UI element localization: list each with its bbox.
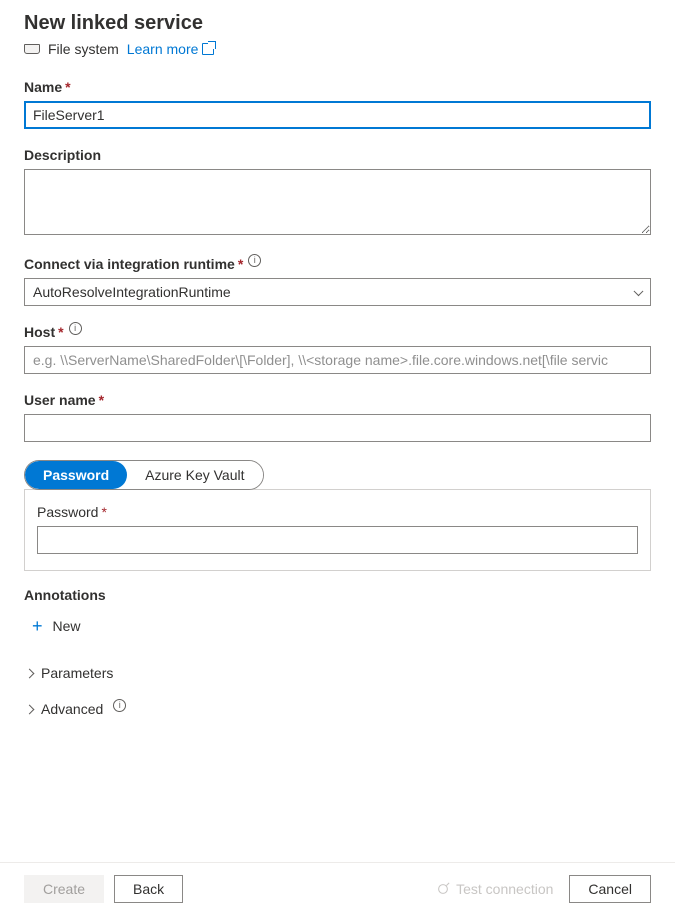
name-label: Name * xyxy=(24,79,651,95)
required-mark: * xyxy=(238,256,243,272)
runtime-field-group: Connect via integration runtime * i xyxy=(24,256,651,306)
required-mark: * xyxy=(58,324,63,340)
username-label-text: User name xyxy=(24,392,96,408)
add-annotation-text: New xyxy=(53,618,81,634)
cancel-button[interactable]: Cancel xyxy=(569,875,651,903)
create-button[interactable]: Create xyxy=(24,875,104,903)
runtime-label-text: Connect via integration runtime xyxy=(24,256,235,272)
subtitle-row: File system Learn more xyxy=(24,41,651,57)
required-mark: * xyxy=(101,504,106,520)
external-link-icon xyxy=(202,43,214,55)
file-system-icon xyxy=(24,44,40,54)
name-field-group: Name * xyxy=(24,79,651,129)
advanced-toggle[interactable]: Advanced i xyxy=(24,691,651,727)
username-label: User name * xyxy=(24,392,651,408)
password-input[interactable] xyxy=(37,526,638,554)
host-label-text: Host xyxy=(24,324,55,340)
password-label: Password * xyxy=(37,504,638,520)
password-label-text: Password xyxy=(37,504,98,520)
parameters-toggle[interactable]: Parameters xyxy=(24,655,651,691)
page-title: New linked service xyxy=(24,12,651,35)
chevron-right-icon xyxy=(25,704,35,714)
description-field-group: Description xyxy=(24,147,651,238)
host-input[interactable] xyxy=(24,346,651,374)
advanced-label: Advanced xyxy=(41,701,103,717)
runtime-select[interactable] xyxy=(24,278,651,306)
runtime-select-wrap xyxy=(24,278,651,306)
host-field-group: Host * i xyxy=(24,324,651,374)
auth-section: Password Azure Key Vault Password * xyxy=(24,460,651,571)
service-type-label: File system xyxy=(48,41,119,57)
chevron-right-icon xyxy=(25,668,35,678)
learn-more-text: Learn more xyxy=(127,41,199,57)
description-label: Description xyxy=(24,147,651,163)
test-connection-text: Test connection xyxy=(456,881,553,897)
description-input[interactable] xyxy=(24,169,651,235)
runtime-label: Connect via integration runtime * i xyxy=(24,256,651,272)
required-mark: * xyxy=(99,392,104,408)
info-icon[interactable]: i xyxy=(113,699,126,712)
info-icon[interactable]: i xyxy=(248,254,261,267)
footer-bar: Create Back Test connection Cancel xyxy=(0,862,675,917)
name-input[interactable] xyxy=(24,101,651,129)
back-button[interactable]: Back xyxy=(114,875,183,903)
annotations-label: Annotations xyxy=(24,587,651,603)
description-label-text: Description xyxy=(24,147,101,163)
username-field-group: User name * xyxy=(24,392,651,442)
add-annotation-button[interactable]: + New xyxy=(24,613,83,639)
username-input[interactable] xyxy=(24,414,651,442)
test-connection-button: Test connection xyxy=(430,876,559,902)
plug-icon xyxy=(436,882,450,896)
footer-right: Test connection Cancel xyxy=(430,875,651,903)
tab-azure-key-vault[interactable]: Azure Key Vault xyxy=(127,461,262,489)
learn-more-link[interactable]: Learn more xyxy=(127,41,215,57)
password-panel: Password * xyxy=(24,489,651,571)
info-icon[interactable]: i xyxy=(69,322,82,335)
auth-tabs: Password Azure Key Vault xyxy=(24,460,264,490)
footer-left: Create Back xyxy=(24,875,183,903)
tab-password[interactable]: Password xyxy=(25,461,127,489)
name-label-text: Name xyxy=(24,79,62,95)
required-mark: * xyxy=(65,79,70,95)
plus-icon: + xyxy=(32,617,43,635)
host-label: Host * i xyxy=(24,324,651,340)
parameters-label: Parameters xyxy=(41,665,113,681)
